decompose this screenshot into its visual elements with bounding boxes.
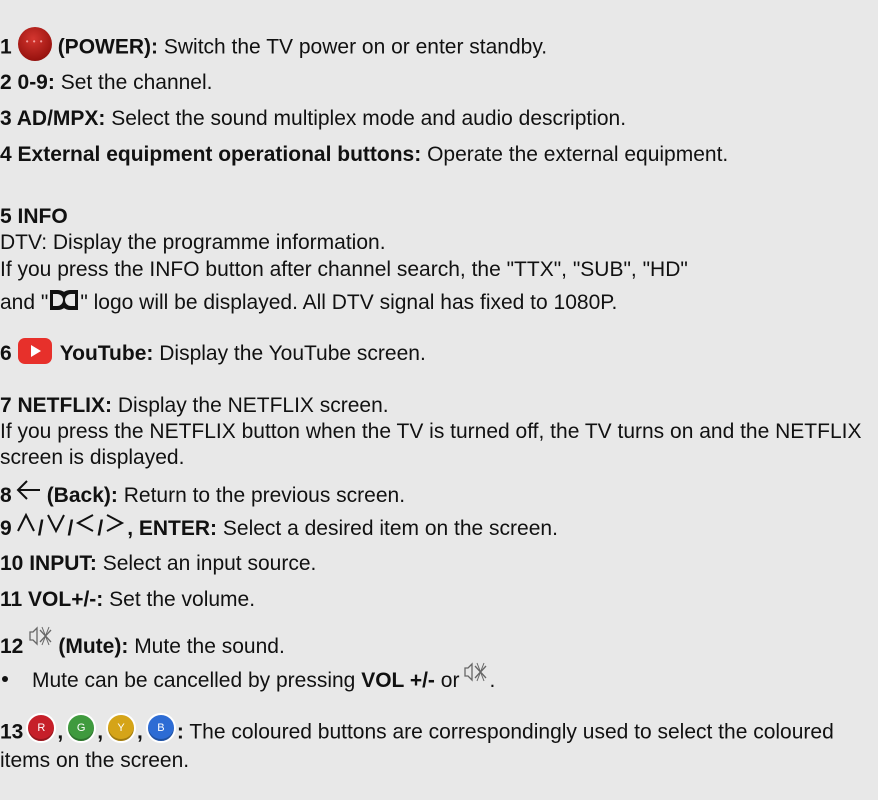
item-text: Switch the TV power on or enter standby. [163, 35, 548, 59]
item-number: 1 [0, 35, 12, 59]
item-5-text-b: " logo will be displayed. All DTV signal… [80, 291, 618, 314]
green-button-icon: G [66, 713, 97, 743]
item-number: 6 [0, 342, 12, 365]
item-label: (Mute): [58, 634, 129, 658]
item-text: Return to the previous screen. [123, 483, 406, 507]
item-9-arrows: 9 / / / , ENTER: Select a desired item on th… [0, 512, 878, 544]
mute-icon [28, 624, 54, 655]
item-number: 9 [0, 516, 12, 540]
back-arrow-icon [16, 479, 42, 508]
item-label: 5 INFO [0, 205, 68, 228]
item-label: 10 INPUT: [0, 552, 97, 575]
item-label: 2 0-9: [0, 71, 55, 94]
item-text: Select an input source. [102, 552, 317, 575]
item-label: , ENTER: [127, 516, 218, 540]
item-text: Display the NETFLIX screen. [117, 394, 389, 417]
item-2-numbers: 2 0-9: Set the channel. [0, 70, 878, 96]
item-7-netflix: 7 NETFLIX: Display the NETFLIX screen. [0, 393, 878, 419]
item-text: Display the YouTube screen. [159, 342, 426, 365]
item-label: 3 AD/MPX: [0, 107, 106, 130]
item-label: (POWER): [57, 35, 159, 59]
separator: / [37, 516, 44, 540]
item-12-bullet: Mute can be cancelled by pressing VOL +/… [0, 662, 878, 697]
item-12-mute: 12 (Mute): Mute the sound. [0, 626, 878, 663]
item-13-colour-buttons: 13 R, G, Y, B: The coloured buttons are corr… [0, 713, 874, 774]
item-text: Operate the external equipment. [427, 143, 729, 166]
item-6-youtube: 6 YouTube: Display the YouTube screen. [0, 338, 878, 367]
item-text: Select a desired item on the screen. [222, 516, 558, 540]
mute-icon [463, 660, 489, 691]
item-4-external-equipment: 4 External equipment operational buttons… [0, 142, 874, 168]
item-8-back: 8 (Back): Return to the previous screen. [0, 479, 878, 511]
item-text: Mute the sound. [134, 634, 285, 658]
power-button-red-icon: • • • [17, 27, 52, 61]
down-arrow-icon [46, 512, 66, 541]
right-arrow-icon [105, 512, 125, 541]
item-1-power: 1 • • • (POWER): Switch the TV power on or… [0, 27, 878, 65]
item-label: (Back): [46, 483, 118, 507]
blue-button-icon: B [145, 713, 176, 743]
separator: / [97, 516, 104, 540]
item-7-extra: If you press the NETFLIX button when the… [0, 420, 862, 469]
separator: : [176, 720, 184, 744]
item-text: Set the volume. [109, 588, 256, 611]
item-number: 8 [0, 483, 12, 507]
separator: , [97, 720, 104, 744]
item-label: YouTube: [59, 342, 154, 365]
item-10-input: 10 INPUT: Select an input source. [0, 551, 878, 577]
youtube-button-icon [17, 338, 52, 365]
dolby-logo-icon [49, 289, 79, 311]
separator: , [137, 720, 143, 744]
item-5-line-3: and " " logo will be displayed. All DTV s… [0, 290, 878, 316]
bullet-bold: VOL +/- [361, 668, 435, 692]
item-5-text-a: and " [0, 291, 49, 314]
yellow-button-icon: Y [106, 713, 137, 743]
bullet-dot [2, 676, 8, 683]
bullet-text-pre: Mute can be cancelled by pressing [32, 668, 356, 692]
item-5-line-2: If you press the INFO button after chann… [0, 258, 688, 281]
item-text: Select the sound multiplex mode and audi… [111, 107, 627, 130]
bullet-text-post: or [440, 668, 460, 692]
item-number: 13 [0, 720, 24, 744]
item-3-ad-mpx: 3 AD/MPX: Select the sound multiplex mod… [0, 106, 878, 132]
red-button-icon: R [26, 713, 57, 743]
item-11-volume: 11 VOL+/-: Set the volume. [0, 587, 878, 613]
item-number: 12 [0, 634, 24, 658]
item-label: 7 NETFLIX: [0, 394, 113, 417]
left-arrow-icon [75, 512, 95, 541]
separator: / [67, 516, 74, 540]
item-text: Set the channel. [60, 71, 213, 94]
item-label: 4 External equipment operational buttons… [0, 143, 422, 166]
separator: , [57, 720, 64, 744]
item-label: 11 VOL+/-: [0, 588, 104, 611]
item-5-line-1: DTV: Display the programme information. [0, 231, 386, 254]
remote-control-description-page: 1 • • • (POWER): Switch the TV power on or… [0, 0, 878, 800]
item-5-info-heading: 5 INFO [0, 204, 878, 230]
up-arrow-icon [16, 512, 36, 541]
